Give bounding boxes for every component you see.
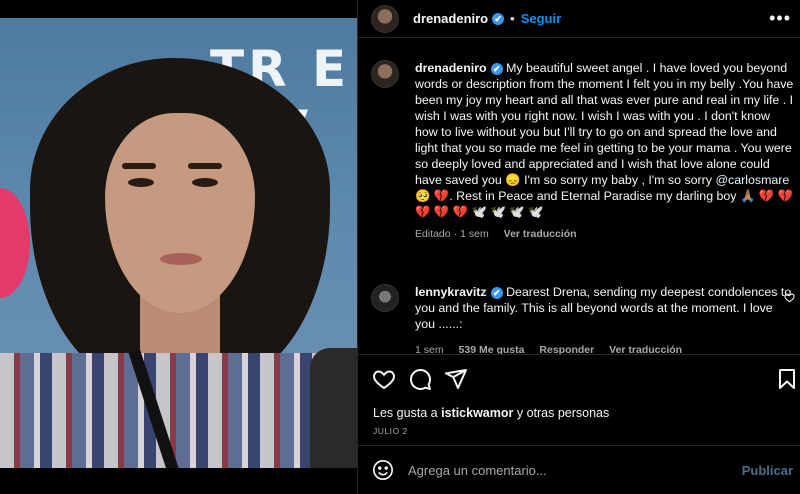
portrait-jacket-edge	[310, 348, 357, 468]
actions-bar: Les gusta a istickwamor y otras personas…	[358, 354, 800, 454]
verified-badge-icon: ✔	[490, 62, 503, 75]
caption-meta: Editado · 1 sem Ver traducción	[415, 226, 795, 242]
comment-time[interactable]: 1 sem	[415, 344, 444, 354]
more-options-icon[interactable]: •••	[769, 8, 791, 29]
portrait-shirt	[0, 353, 357, 468]
likes-user-link[interactable]: istickwamor	[441, 406, 513, 420]
comment-translate-link[interactable]: Ver traducción	[609, 344, 682, 354]
portrait-brow-left	[122, 163, 156, 169]
comments-section[interactable]: drenadeniro ✔ My beautiful sweet angel . …	[358, 48, 800, 354]
caption-mention-link[interactable]: @carlosmare	[715, 173, 789, 187]
comment-likes[interactable]: 539 Me gusta	[459, 344, 525, 354]
verified-badge-icon: ✔	[492, 12, 505, 25]
caption-meta-dot: ·	[453, 228, 458, 240]
comment-like-heart-icon[interactable]	[784, 292, 795, 303]
emoji-icon[interactable]	[372, 459, 394, 481]
portrait-eye-left	[128, 178, 154, 187]
caption-row: drenadeniro ✔ My beautiful sweet angel . …	[371, 60, 795, 242]
comment-meta: 1 sem 539 Me gusta Responder Ver traducc…	[415, 342, 795, 354]
comment-input[interactable]	[408, 462, 728, 478]
add-comment-bar: Publicar	[358, 445, 800, 494]
caption-edited: Editado	[415, 228, 451, 240]
comment-body: lennykravitz ✔ Dearest Drena, sending my …	[415, 284, 795, 354]
verified-badge-icon: ✔	[490, 286, 503, 299]
author-username[interactable]: drenadeniro	[413, 11, 488, 26]
commenter-avatar[interactable]	[371, 284, 399, 312]
caption-avatar[interactable]	[371, 60, 399, 88]
post-header: drenadeniro ✔ • Seguir •••	[358, 0, 800, 38]
post-panel: drenadeniro ✔ • Seguir ••• drenadeniro ✔ …	[357, 0, 800, 494]
commenter-username[interactable]: lennykravitz	[415, 285, 487, 299]
comment-row: lennykravitz ✔ Dearest Drena, sending my …	[371, 284, 795, 354]
heart-icon[interactable]	[372, 367, 396, 391]
bookmark-icon[interactable]	[775, 367, 799, 391]
caption-translate-link[interactable]: Ver traducción	[504, 228, 577, 240]
backdrop-pink-shape	[0, 188, 30, 298]
likes-summary[interactable]: Les gusta a istickwamor y otras personas	[373, 406, 609, 420]
post-image: TR E T V	[0, 18, 357, 468]
post-date: JULIO 2	[373, 426, 408, 436]
likes-prefix: Les gusta a	[373, 406, 442, 420]
post-photo[interactable]: TR E T V	[0, 0, 357, 494]
caption-time[interactable]: 1 sem	[460, 228, 489, 240]
caption-text: My beautiful sweet angel . I have loved …	[415, 61, 794, 187]
caption-username[interactable]: drenadeniro	[415, 61, 487, 75]
reply-button[interactable]: Responder	[539, 344, 594, 354]
likes-suffix[interactable]: y otras personas	[513, 406, 609, 420]
portrait-eye-right	[192, 178, 218, 187]
comment-icon[interactable]	[408, 367, 432, 391]
caption-body: drenadeniro ✔ My beautiful sweet angel . …	[415, 60, 795, 242]
portrait-brow-right	[188, 163, 222, 169]
follow-button[interactable]: Seguir	[521, 11, 561, 26]
portrait-mouth	[160, 253, 202, 265]
publish-button[interactable]: Publicar	[742, 463, 793, 478]
caption-text-end: 🥺 💔. Rest in Peace and Eternal Paradise …	[415, 189, 794, 219]
separator-dot: •	[510, 11, 515, 26]
author-avatar[interactable]	[371, 4, 399, 33]
send-icon[interactable]	[444, 367, 468, 391]
